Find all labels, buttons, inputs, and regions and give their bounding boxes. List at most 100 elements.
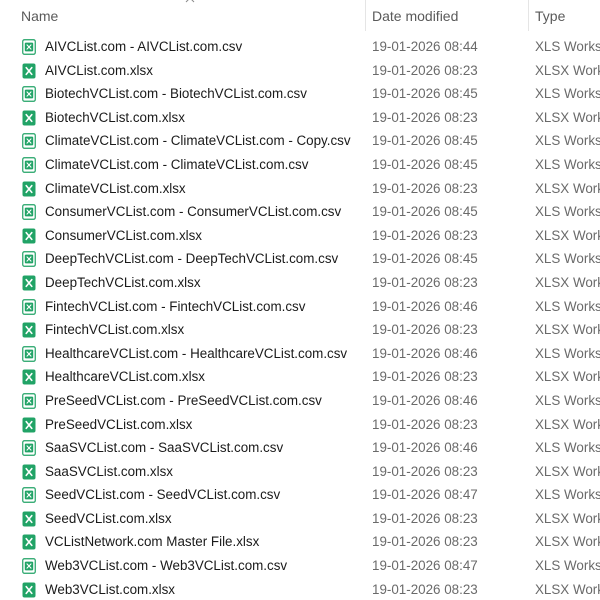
file-name: BiotechVCList.com - BiotechVCList.com.cs… [45, 86, 307, 102]
xlsx-file-icon [22, 417, 36, 433]
file-type: XLS Works [535, 86, 600, 102]
file-type: XLS Works [535, 156, 600, 172]
file-type: XLSX Work [535, 322, 600, 338]
file-name: SeedVCList.com.xlsx [45, 510, 172, 526]
file-date-modified: 19-01-2026 08:46 [372, 392, 478, 408]
file-row[interactable]: SaaSVCList.com.xlsx 19-01-2026 08:23 XLSX … [0, 460, 600, 484]
date-modified-column-header[interactable]: Date modified [365, 0, 528, 31]
xlsx-file-icon [22, 322, 36, 338]
file-type: XLS Works [535, 204, 600, 220]
file-row[interactable]: FintechVCList.com.xlsx 19-01-2026 08:23 XL… [0, 318, 600, 342]
file-row[interactable]: ClimateVCList.com - ClimateVCList.com.cs… [0, 153, 600, 177]
file-row[interactable]: HealthcareVCList.com.xlsx 19-01-2026 08:2… [0, 365, 600, 389]
type-column-label: Type [535, 7, 566, 24]
file-type: XLS Works [535, 298, 600, 314]
file-date-modified: 19-01-2026 08:46 [372, 298, 478, 314]
file-row[interactable]: PreSeedVCList.com.xlsx 19-01-2026 08:23 XL… [0, 413, 600, 437]
file-name: ConsumerVCList.com.xlsx [45, 227, 203, 243]
name-column-label: Name [21, 7, 59, 24]
file-type: XLS Works [535, 251, 600, 267]
file-type: XLS Works [535, 392, 600, 408]
csv-file-icon [22, 251, 36, 268]
csv-file-icon [22, 204, 36, 221]
file-date-modified: 19-01-2026 08:46 [372, 345, 478, 361]
file-date-modified: 19-01-2026 08:47 [372, 487, 478, 503]
column-header-bar: Name Date modified Type [0, 0, 600, 31]
file-type: XLSX Work [535, 369, 600, 385]
csv-file-icon [22, 440, 36, 456]
file-type: XLSX Work [535, 581, 600, 597]
file-name: SaaSVCList.com - SaaSVCList.com.csv [45, 440, 284, 456]
file-explorer: Name Date modified Type AIVCList.com - A… [0, 0, 600, 600]
file-name: PreSeedVCList.com.xlsx [45, 416, 193, 432]
file-name: ClimateVCList.com - ClimateVCList.com.cs… [45, 156, 309, 172]
file-row[interactable]: BiotechVCList.com.xlsx 19-01-2026 08:23 XL… [0, 106, 600, 130]
file-name: ConsumerVCList.com - ConsumerVCList.com.… [45, 204, 342, 220]
file-date-modified: 19-01-2026 08:23 [372, 463, 478, 479]
file-date-modified: 19-01-2026 08:23 [372, 274, 478, 290]
file-name: VCListNetwork.com Master File.xlsx [45, 534, 260, 550]
file-row[interactable]: DeepTechVCList.com.xlsx 19-01-2026 08:23 X… [0, 271, 600, 295]
file-type: XLSX Work [535, 227, 600, 243]
file-type: XLS Works [535, 345, 600, 361]
file-name: SeedVCList.com - SeedVCList.com.csv [45, 487, 281, 503]
file-row[interactable]: ClimateVCList.com.xlsx 19-01-2026 08:23 XL… [0, 177, 600, 201]
xlsx-file-icon [22, 110, 36, 126]
csv-file-icon [22, 39, 36, 55]
file-name: FintechVCList.com - FintechVCList.com.cs… [45, 298, 306, 314]
file-type: XLS Works [535, 133, 600, 149]
file-type: XLS Works [535, 558, 600, 574]
file-date-modified: 19-01-2026 08:45 [372, 86, 478, 102]
file-row[interactable]: ConsumerVCList.com - ConsumerVCList.com.… [0, 200, 600, 224]
file-row[interactable]: Web3VCList.com - Web3VCList.com.csv 19-01… [0, 554, 600, 578]
file-name: AIVCList.com.xlsx [45, 62, 153, 78]
file-row[interactable]: VCListNetwork.com Master File.xlsx 19-01-… [0, 530, 600, 554]
file-date-modified: 19-01-2026 08:23 [372, 227, 478, 243]
file-name: BiotechVCList.com.xlsx [45, 109, 185, 125]
file-type: XLSX Work [535, 534, 600, 550]
file-type: XLSX Work [535, 463, 600, 479]
file-row[interactable]: SaaSVCList.com - SaaSVCList.com.csv 19-01… [0, 436, 600, 460]
file-name: DeepTechVCList.com - DeepTechVCList.com.… [45, 251, 339, 267]
name-column-header[interactable]: Name [0, 0, 365, 31]
file-type: XLSX Work [535, 510, 600, 526]
file-name: DeepTechVCList.com.xlsx [45, 274, 201, 290]
file-date-modified: 19-01-2026 08:45 [372, 204, 478, 220]
csv-file-icon [22, 133, 36, 150]
file-row[interactable]: Web3VCList.com.xlsx 19-01-2026 08:23 XLSX … [0, 578, 600, 600]
file-row[interactable]: ClimateVCList.com - ClimateVCList.com - … [0, 129, 600, 153]
file-date-modified: 19-01-2026 08:46 [372, 440, 478, 456]
file-type: XLSX Work [535, 180, 600, 196]
file-name: SaaSVCList.com.xlsx [45, 463, 173, 479]
file-row[interactable]: PreSeedVCList.com - PreSeedVCList.com.cs… [0, 389, 600, 413]
file-row[interactable]: SeedVCList.com.xlsx 19-01-2026 08:23 XLSX … [0, 507, 600, 531]
type-column-header[interactable]: Type [528, 0, 600, 31]
file-date-modified: 19-01-2026 08:45 [372, 251, 478, 267]
file-row[interactable]: HealthcareVCList.com - HealthcareVCList.… [0, 342, 600, 366]
file-type: XLSX Work [535, 62, 600, 78]
file-name: HealthcareVCList.com - HealthcareVCList.… [45, 345, 348, 361]
file-name: AIVCList.com - AIVCList.com.csv [45, 39, 243, 54]
file-date-modified: 19-01-2026 08:45 [372, 156, 478, 172]
file-row[interactable]: DeepTechVCList.com - DeepTechVCList.com.… [0, 247, 600, 271]
file-row[interactable]: AIVCList.com - AIVCList.com.csv 19-01-202… [0, 35, 600, 59]
file-date-modified: 19-01-2026 08:44 [372, 39, 478, 54]
file-date-modified: 19-01-2026 08:23 [372, 62, 478, 78]
file-row[interactable]: SeedVCList.com - SeedVCList.com.csv 19-01… [0, 483, 600, 507]
file-type: XLSX Work [535, 274, 600, 290]
file-date-modified: 19-01-2026 08:45 [372, 133, 478, 149]
file-date-modified: 19-01-2026 08:23 [372, 369, 478, 385]
file-type: XLS Works [535, 440, 600, 456]
file-row[interactable]: BiotechVCList.com - BiotechVCList.com.cs… [0, 82, 600, 106]
file-row[interactable]: AIVCList.com.xlsx 19-01-2026 08:23 XLSX Wo… [0, 59, 600, 83]
file-name: ClimateVCList.com.xlsx [45, 180, 186, 196]
xlsx-file-icon [22, 63, 36, 79]
file-type: XLSX Work [535, 109, 600, 125]
xlsx-file-icon [22, 534, 36, 550]
file-date-modified: 19-01-2026 08:23 [372, 180, 478, 196]
xlsx-file-icon [22, 369, 36, 385]
xlsx-file-icon [22, 511, 36, 527]
file-date-modified: 19-01-2026 08:23 [372, 109, 478, 125]
file-row[interactable]: FintechVCList.com - FintechVCList.com.cs… [0, 295, 600, 319]
file-row[interactable]: ConsumerVCList.com.xlsx 19-01-2026 08:23 X… [0, 224, 600, 248]
